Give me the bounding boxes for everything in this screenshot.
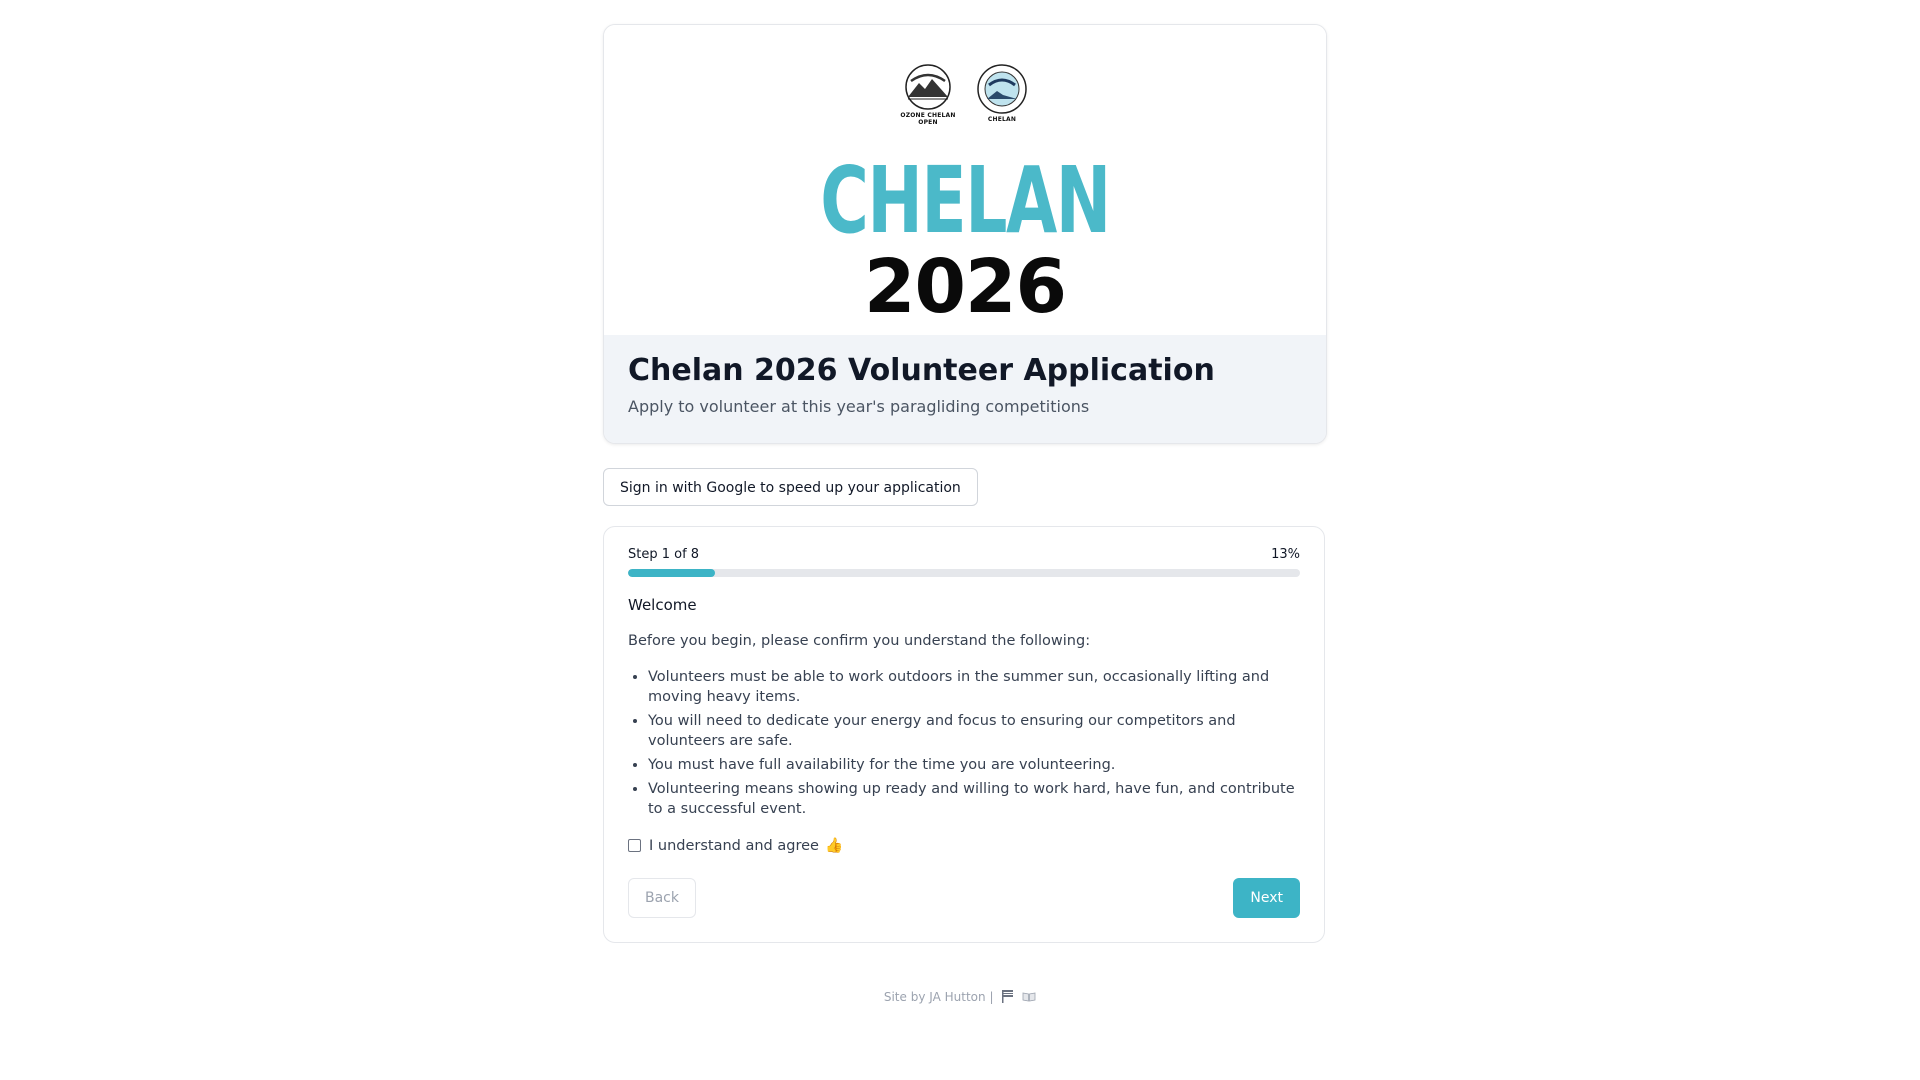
google-signin-button[interactable]: Sign in with Google to speed up your app…	[603, 468, 978, 506]
ozone-chelan-open-logo: OZONE CHELAN OPEN	[898, 63, 958, 129]
progress-header: Step 1 of 8 13%	[628, 547, 1300, 563]
step-indicator: Step 1 of 8	[628, 547, 700, 562]
thumbs-up-icon: 👍	[824, 838, 844, 854]
page: OZONE CHELAN OPEN CHELAN CHELAN 2026 Che…	[0, 0, 1920, 1080]
back-button[interactable]: Back	[628, 878, 696, 918]
progress-percent: 13%	[1271, 547, 1300, 562]
agree-row[interactable]: I understand and agree 👍	[628, 837, 1300, 854]
step-intro: Before you begin, please confirm you und…	[628, 633, 1091, 649]
paraglider-logo-icon	[977, 64, 1027, 114]
list-item: Volunteers must be able to work outdoors…	[648, 667, 1300, 707]
logo-right-caption: CHELAN	[987, 116, 1017, 123]
navigation-buttons: Back Next	[628, 878, 1300, 918]
main-column: OZONE CHELAN OPEN CHELAN CHELAN 2026 Che…	[603, 24, 1327, 943]
footer: Site by JA Hutton |	[0, 989, 1920, 1006]
progress-bar	[628, 569, 1300, 577]
application-form-card: Step 1 of 8 13% Welcome Before you begin…	[603, 526, 1325, 943]
us-open-paragliding-logo: CHELAN	[972, 63, 1032, 129]
chelan-wordmark: CHELAN 2026	[604, 147, 1326, 330]
flag-icon[interactable]	[1001, 989, 1014, 1006]
progress-bar-fill	[628, 569, 716, 577]
requirements-list: Volunteers must be able to work outdoors…	[628, 667, 1300, 819]
footer-prefix: Site by	[883, 990, 926, 1004]
footer-author-link[interactable]: JA Hutton	[929, 990, 985, 1004]
wordmark-chelan: CHELAN	[820, 147, 1111, 254]
next-button[interactable]: Next	[1233, 878, 1300, 918]
page-subtitle: Apply to volunteer at this year's paragl…	[628, 397, 1090, 416]
book-icon[interactable]	[1022, 991, 1036, 1005]
title-area: Chelan 2026 Volunteer Application Apply …	[604, 335, 1326, 443]
wordmark-year: 2026	[864, 244, 1067, 330]
step-heading: Welcome	[628, 596, 697, 614]
list-item: You will need to dedicate your energy an…	[648, 711, 1300, 751]
logo-left-caption: OZONE CHELAN OPEN	[900, 112, 956, 126]
agree-checkbox[interactable]	[628, 839, 641, 852]
agree-label: I understand and agree	[649, 837, 819, 854]
event-logos: OZONE CHELAN OPEN CHELAN	[604, 63, 1326, 129]
list-item: You must have full availability for the …	[648, 755, 1300, 775]
banner-image: OZONE CHELAN OPEN CHELAN CHELAN 2026	[604, 25, 1326, 335]
list-item: Volunteering means showing up ready and …	[648, 779, 1300, 819]
footer-separator: |	[989, 990, 994, 1004]
mountain-logo-icon	[905, 64, 951, 110]
header-card: OZONE CHELAN OPEN CHELAN CHELAN 2026 Che…	[603, 24, 1327, 444]
page-title: Chelan 2026 Volunteer Application	[628, 353, 1215, 388]
